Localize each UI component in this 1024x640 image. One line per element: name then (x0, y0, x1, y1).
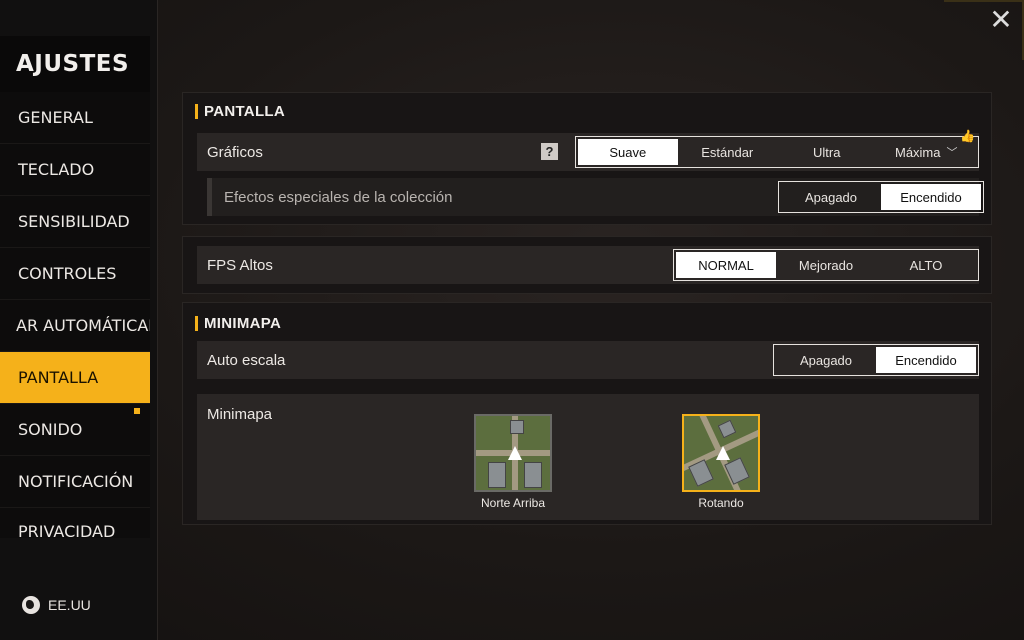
help-icon[interactable]: ? (541, 143, 558, 160)
section-title-pantalla: PANTALLA (195, 103, 285, 120)
minimap-rotating-label: Rotando (698, 496, 744, 510)
fps-panel: FPS Altos NORMAL Mejorado ALTO (182, 236, 992, 294)
settings-title: AJUSTES (0, 36, 150, 92)
nav-item-sonido[interactable]: SONIDO (0, 404, 150, 456)
minimapa-mode-row: Minimapa Norte Arriba Rotando (197, 394, 979, 520)
region-selector[interactable]: EE.UU (22, 596, 91, 614)
efectos-option-encendido[interactable]: Encendido (881, 184, 981, 210)
graficos-row: Gráficos ? Suave Estándar Ultra Máxima ﹀… (197, 129, 979, 171)
nav-item-automatico[interactable]: AR AUTOMÁTICAM (0, 300, 150, 352)
auto-escala-label: Auto escala (207, 351, 286, 369)
efectos-row: Efectos especiales de la colección Apaga… (207, 178, 984, 216)
efectos-toggle: Apagado Encendido (778, 181, 984, 213)
minimap-north-up-thumbnail (474, 414, 552, 492)
region-label: EE.UU (48, 597, 91, 613)
graficos-option-ultra[interactable]: Ultra (777, 139, 877, 165)
nav-item-pantalla[interactable]: PANTALLA (0, 352, 150, 404)
minimap-option-rotating[interactable]: Rotando (681, 414, 761, 510)
map-arrow-icon (508, 446, 522, 460)
graficos-option-maxima-label: Máxima (894, 144, 941, 160)
nav-item-notificacion[interactable]: NOTIFICACIÓN (0, 456, 150, 508)
nav-list: GENERAL TECLADO SENSIBILIDAD CONTROLES A… (0, 92, 150, 538)
nav-item-privacidad[interactable]: PRIVACIDAD (0, 508, 150, 538)
section-title-minimapa: MINIMAPA (195, 315, 281, 332)
section-title-text: MINIMAPA (204, 315, 282, 332)
nav-item-teclado[interactable]: TECLADO (0, 144, 150, 196)
settings-sidebar: AJUSTES GENERAL TECLADO SENSIBILIDAD CON… (0, 0, 158, 640)
fps-label: FPS Altos (207, 256, 273, 274)
accent-bar (195, 316, 198, 331)
minimapa-panel: MINIMAPA Auto escala Apagado Encendido M… (182, 302, 992, 525)
auto-escala-option-encendido[interactable]: Encendido (876, 347, 976, 373)
graficos-selector: Suave Estándar Ultra Máxima ﹀ 👍 (575, 129, 979, 168)
fps-option-normal[interactable]: NORMAL (676, 252, 776, 278)
thumbs-up-icon: 👍 (960, 129, 975, 143)
notification-dot (134, 408, 140, 414)
graficos-option-suave[interactable]: Suave (578, 139, 678, 165)
globe-icon (22, 596, 40, 614)
graficos-label: Gráficos (207, 143, 263, 161)
minimapa-mode-label: Minimapa (207, 406, 273, 423)
section-title-text: PANTALLA (204, 103, 285, 120)
close-icon[interactable]: ✕ (988, 6, 1014, 34)
pantalla-panel: PANTALLA Gráficos ? Suave Estándar Ultra… (182, 92, 992, 225)
minimap-option-north-up[interactable]: Norte Arriba (473, 414, 553, 510)
map-arrow-icon (716, 446, 730, 460)
minimap-rotating-thumbnail (682, 414, 760, 492)
minimap-north-up-label: Norte Arriba (480, 496, 546, 510)
nav-item-controles[interactable]: CONTROLES (0, 248, 150, 300)
nav-item-sensibilidad[interactable]: SENSIBILIDAD (0, 196, 150, 248)
efectos-label: Efectos especiales de la colección (224, 188, 453, 206)
graficos-option-estandar[interactable]: Estándar (678, 139, 778, 165)
fps-option-mejorado[interactable]: Mejorado (776, 252, 876, 278)
graficos-option-maxima[interactable]: Máxima ﹀ 👍 (877, 129, 977, 165)
efectos-option-apagado[interactable]: Apagado (781, 184, 881, 210)
auto-escala-option-apagado[interactable]: Apagado (776, 347, 876, 373)
auto-escala-toggle: Apagado Encendido (773, 344, 979, 376)
fps-row: FPS Altos NORMAL Mejorado ALTO (197, 246, 979, 284)
nav-item-general[interactable]: GENERAL (0, 92, 150, 144)
accent-bar (195, 104, 198, 119)
fps-selector: NORMAL Mejorado ALTO (673, 249, 979, 281)
fps-option-alto[interactable]: ALTO (876, 252, 976, 278)
chevron-down-icon: ﹀ (946, 147, 958, 159)
auto-escala-row: Auto escala Apagado Encendido (197, 341, 979, 379)
